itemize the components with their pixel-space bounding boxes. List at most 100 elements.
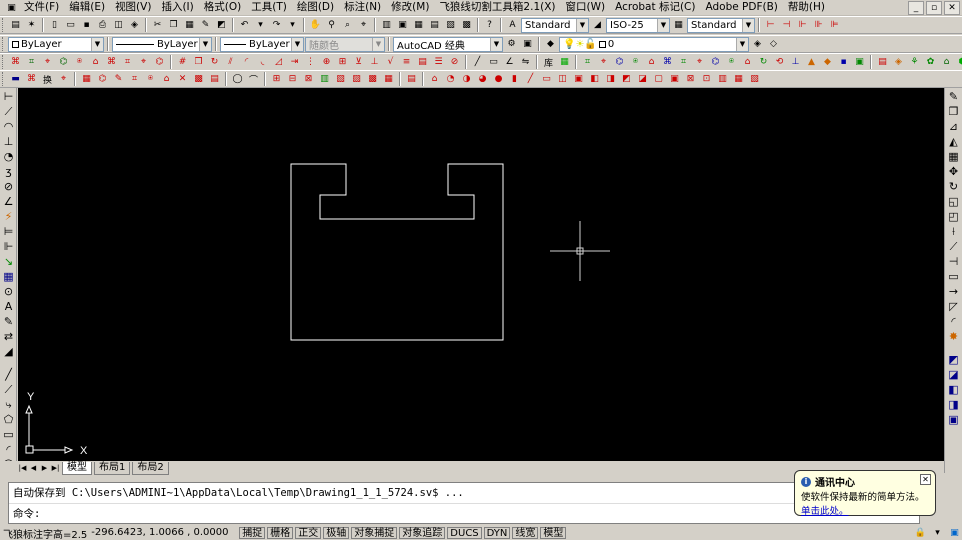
send-under-icon[interactable]: ▣ — [947, 413, 960, 426]
dim-baseline-icon[interactable]: ⊨ — [2, 225, 15, 238]
restore-button[interactable]: ▫ — [926, 1, 942, 15]
menu-adobe-pdf[interactable]: Adobe PDF(B) — [700, 0, 782, 15]
rectangle-tool-icon[interactable]: ▭ — [486, 55, 501, 70]
stretch-icon[interactable]: ◰ — [947, 210, 960, 223]
tool-43-icon[interactable]: ⍟ — [143, 72, 158, 87]
arc-icon[interactable]: ◜ — [2, 443, 15, 456]
angle-tool-icon[interactable]: ∠ — [502, 55, 517, 70]
toggle-model[interactable]: 模型 — [540, 527, 567, 539]
dim-diameter-icon[interactable]: ⊘ — [2, 180, 15, 193]
redo-icon[interactable]: ↷ — [269, 18, 284, 33]
rectangle-icon[interactable]: ▭ — [2, 428, 15, 441]
dim-edit-icon[interactable]: A — [2, 300, 15, 313]
circle-tool-icon[interactable]: ◯ — [230, 72, 245, 87]
close-icon[interactable]: ✕ — [920, 474, 931, 485]
tool-40-icon[interactable]: ⌬ — [95, 72, 110, 87]
leader-icon[interactable]: ↘ — [2, 255, 15, 268]
workspace-save-icon[interactable]: ▣ — [520, 37, 535, 52]
tool-42-icon[interactable]: ⌗ — [127, 72, 142, 87]
tool-13-icon[interactable]: ⌬ — [612, 55, 627, 70]
tool-22-icon[interactable]: ↻ — [756, 55, 771, 70]
screen-icon[interactable]: ▬ — [8, 72, 23, 87]
tool-27-icon[interactable]: ▪ — [836, 55, 851, 70]
extend-icon[interactable]: ⟋ — [947, 240, 960, 253]
tool-23-icon[interactable]: ⟲ — [772, 55, 787, 70]
tool-58-icon[interactable]: ⌂ — [427, 72, 442, 87]
workspace-settings-icon[interactable]: ⚙ — [504, 37, 519, 52]
dim-ordinate-icon[interactable]: ⊥ — [2, 135, 15, 148]
tool-73-icon[interactable]: ▣ — [667, 72, 682, 87]
menu-insert[interactable]: 插入(I) — [156, 0, 198, 15]
tool-65-icon[interactable]: ▭ — [539, 72, 554, 87]
menu-help[interactable]: 帮助(H) — [783, 0, 830, 15]
command-prompt[interactable]: 命令: — [9, 503, 919, 523]
rotate-tool-icon[interactable]: ↻ — [207, 55, 222, 70]
design-center-icon[interactable]: ▣ — [395, 18, 410, 33]
tool-30-icon[interactable]: ◈ — [891, 55, 906, 70]
tool-28-icon[interactable]: ▣ — [852, 55, 867, 70]
tool-71-icon[interactable]: ◪ — [635, 72, 650, 87]
undo-icon[interactable]: ↶ — [237, 18, 252, 33]
tool-12-icon[interactable]: ⌖ — [596, 55, 611, 70]
dim-linear-icon[interactable]: ⊢ — [2, 90, 15, 103]
datum-tool-icon[interactable]: ⊥ — [367, 55, 382, 70]
table-style-combo[interactable]: Standard ▼ — [687, 17, 755, 33]
tool-37-icon[interactable]: ⌘ — [24, 72, 39, 87]
new-file-icon[interactable]: ▯ — [47, 18, 62, 33]
tool-20-icon[interactable]: ⍟ — [724, 55, 739, 70]
markup-icon[interactable]: ▧ — [443, 18, 458, 33]
tool-46-icon[interactable]: ▩ — [191, 72, 206, 87]
layer-previous-icon[interactable]: ◇ — [766, 37, 781, 52]
layer-combo[interactable]: 💡 ☀ 🔓 0 ▼ — [559, 36, 749, 52]
dim-continue-icon[interactable]: ⊩ — [2, 240, 15, 253]
tool-15-icon[interactable]: ⌂ — [644, 55, 659, 70]
tool-1-icon[interactable]: ⌘ — [8, 55, 23, 70]
tab-layout1[interactable]: 布局1 — [94, 461, 131, 475]
tool-77-icon[interactable]: ▦ — [731, 72, 746, 87]
block-editor-icon[interactable]: ◩ — [214, 18, 229, 33]
send-back-icon[interactable]: ◧ — [947, 383, 960, 396]
cut-icon[interactable]: ✂ — [150, 18, 165, 33]
tool-54-icon[interactable]: ▨ — [349, 72, 364, 87]
draw-line-icon[interactable]: ╱ — [2, 368, 15, 381]
erase-icon[interactable]: ✎ — [947, 90, 960, 103]
break-at-point-icon[interactable]: ⊣ — [947, 255, 960, 268]
print-icon[interactable]: ⎙ — [95, 18, 110, 33]
menu-window[interactable]: 窗口(W) — [561, 0, 611, 15]
menu-modify[interactable]: 修改(M) — [386, 0, 434, 15]
match-properties-icon[interactable]: ✎ — [198, 18, 213, 33]
drawing-canvas[interactable]: Y X — [18, 88, 944, 461]
tool-3-icon[interactable]: ⌖ — [40, 55, 55, 70]
help-icon[interactable]: ? — [482, 18, 497, 33]
draw-order-icon[interactable]: ◩ — [947, 353, 960, 366]
offset-icon[interactable]: ◭ — [947, 135, 960, 148]
tool-2-icon[interactable]: ⌗ — [24, 55, 39, 70]
toggle-otrack[interactable]: 对象追踪 — [399, 527, 446, 539]
dim-style-combo[interactable]: ISO-25 ▼ — [606, 17, 670, 33]
balloon-link[interactable]: 单击此处。 — [801, 503, 929, 517]
properties-icon[interactable]: ▥ — [379, 18, 394, 33]
tool-26-icon[interactable]: ◆ — [820, 55, 835, 70]
menu-dimension[interactable]: 标注(N) — [339, 0, 386, 15]
prev-tab-icon[interactable]: ◀ — [29, 463, 38, 473]
dim-angular-icon[interactable]: ∠ — [2, 195, 15, 208]
tool-44-icon[interactable]: ⌂ — [159, 72, 174, 87]
dim-jogged-icon[interactable]: ʒ — [2, 165, 15, 178]
tool-41-icon[interactable]: ✎ — [111, 72, 126, 87]
library-icon[interactable]: 库 — [541, 55, 556, 70]
publish-icon[interactable]: ◈ — [127, 18, 142, 33]
list-tool-icon[interactable]: ☰ — [431, 55, 446, 70]
tool-48-icon[interactable]: ⌒ — [246, 72, 261, 87]
tool-52-icon[interactable]: ▥ — [317, 72, 332, 87]
dim-update-icon[interactable]: ⇄ — [2, 330, 15, 343]
next-tab-icon[interactable]: ▶ — [40, 463, 49, 473]
tool-4-icon[interactable]: ⌬ — [56, 55, 71, 70]
center-mark-icon[interactable]: ⊙ — [2, 285, 15, 298]
dim-style-icon[interactable]: ◢ — [2, 345, 15, 358]
quick-dim-icon[interactable]: ⚡ — [2, 210, 15, 223]
tool-47-icon[interactable]: ▤ — [207, 72, 222, 87]
save-icon[interactable]: ▪ — [79, 18, 94, 33]
tool-75-icon[interactable]: ⊡ — [699, 72, 714, 87]
toggle-osnap[interactable]: 对象捕捉 — [351, 527, 398, 539]
tool-14-icon[interactable]: ⍟ — [628, 55, 643, 70]
